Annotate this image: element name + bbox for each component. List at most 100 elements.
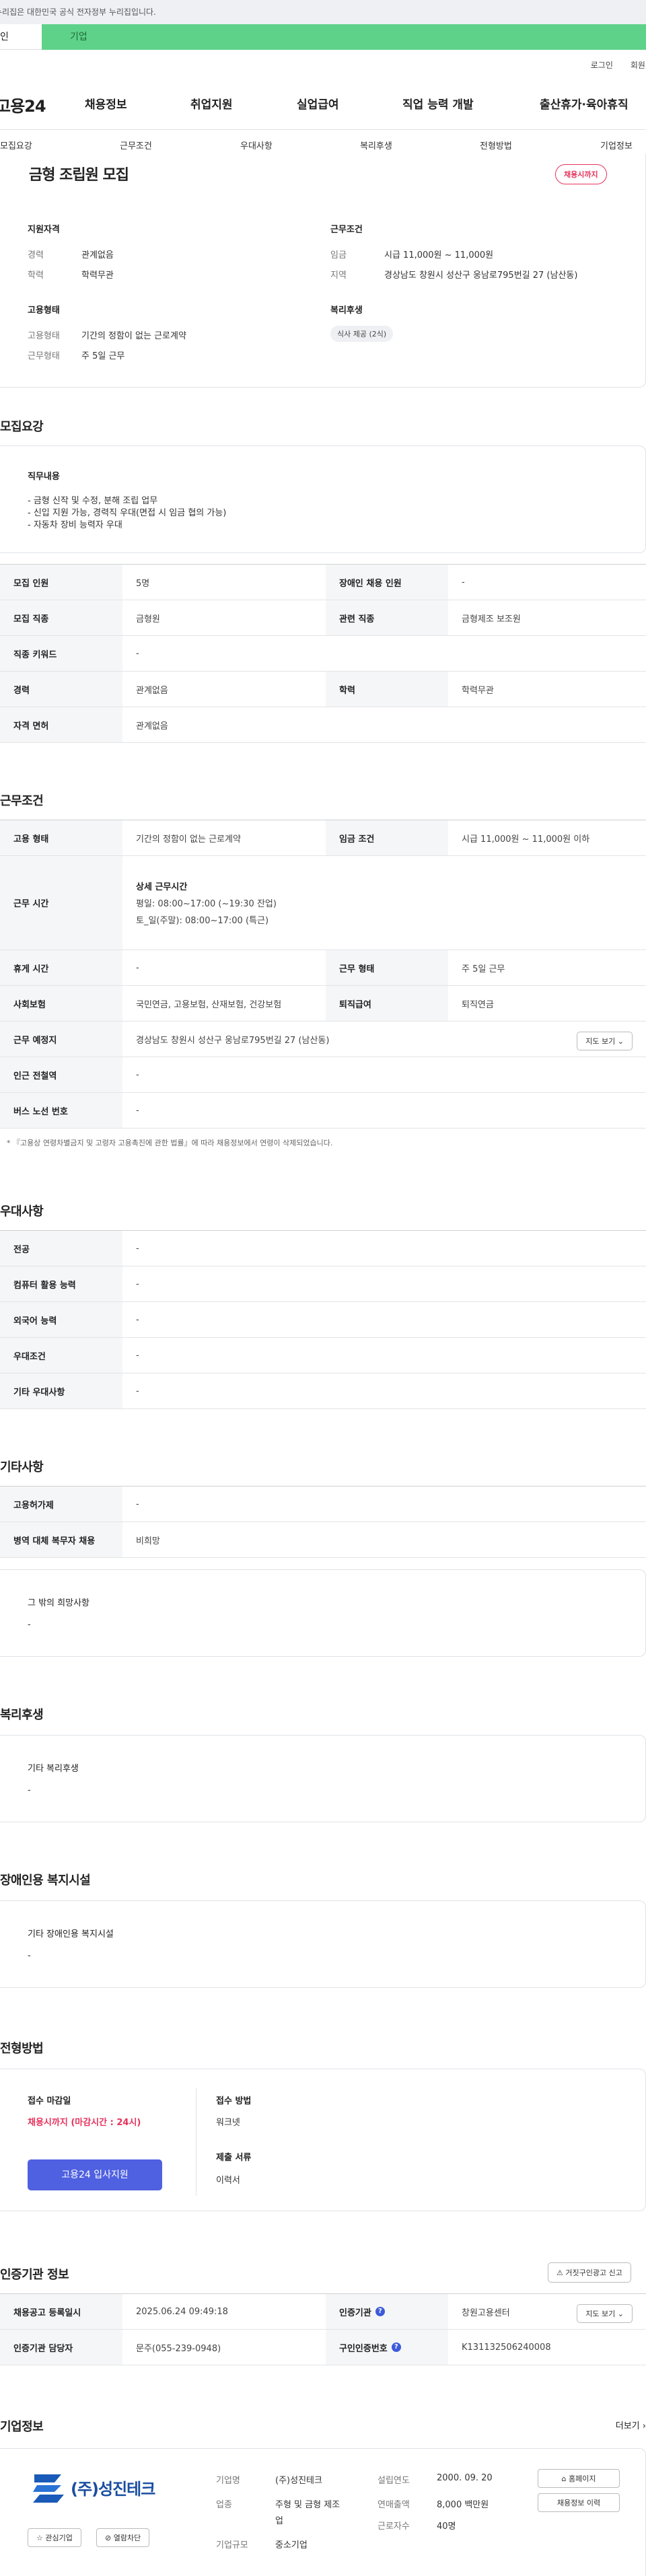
cert-map-button-label: 지도 보기 — [585, 2310, 616, 2318]
pref-section-title: 우대사항 — [0, 1205, 44, 1219]
more-link-label: 더보기 — [615, 2421, 640, 2431]
cert-section-title: 인증기관 정보 — [0, 2268, 69, 2282]
td: - — [136, 1243, 139, 1254]
apply-button[interactable]: 고용24 입사지원 — [28, 2159, 162, 2190]
th: 경력 — [0, 672, 122, 707]
career-value: 관계없음 — [81, 250, 114, 260]
th: 외국어 능력 — [0, 1302, 122, 1337]
td: 관계없음 — [136, 685, 168, 696]
table-row: 전공 - — [0, 1231, 646, 1266]
welfare-card: 기타 복리후생 - — [0, 1735, 646, 1822]
table-row: 병역 대체 복무자 채용 비희망 — [0, 1522, 646, 1558]
report-button-label: 거짓구인광고 신고 — [565, 2268, 622, 2277]
table-row: 경력 관계없음 학력 학력무관 — [0, 672, 646, 707]
td: 금형원 — [136, 614, 160, 624]
table-row: 모집 직종 금형원 관련 직종 금형제조 보조원 — [0, 600, 646, 636]
gnb-menu-support[interactable]: 취업지원 — [190, 95, 233, 112]
tab-company[interactable]: 기업정보 — [600, 139, 633, 151]
td: - — [462, 577, 465, 587]
tab-company[interactable]: 기업 — [42, 24, 646, 50]
company-logo-text: (주)성진테크 — [71, 2480, 155, 2499]
tab-welfare[interactable]: 복리후생 — [360, 139, 392, 151]
login-link[interactable]: 로그인 — [591, 59, 613, 71]
th: 고용허가제 — [0, 1487, 122, 1522]
tab-personal[interactable]: 인 — [0, 24, 42, 50]
utility-links: 로그인 회원가 — [591, 59, 646, 71]
gnb-menu-training[interactable]: 직업 능력 개발 — [402, 95, 474, 112]
docs-value: 이력서 — [216, 2176, 240, 2186]
docs-key: 제출 서류 — [216, 2153, 252, 2163]
recruit-table: 모집 인원 5명 장애인 채용 인원 - 모집 직종 금형원 관련 직종 금형제… — [0, 564, 646, 743]
site-logo[interactable]: 고용24 — [0, 93, 70, 116]
method-key: 접수 방법 — [216, 2096, 252, 2106]
homepage-button[interactable]: ⌂ 홈페이지 — [538, 2469, 620, 2488]
th: 기타 우대사항 — [0, 1373, 122, 1408]
info-icon[interactable]: ? — [375, 2307, 385, 2316]
gov-notice: 누리집은 대한민국 공식 전자정부 누리집입니다. — [0, 0, 646, 24]
company-card: (주)성진테크 ☆ 관심기업 ⊘ 열람차단 기업명 (주)성진테크 업종 주형 … — [0, 2448, 646, 2576]
signup-link[interactable]: 회원가 — [631, 59, 646, 71]
hours-line: 평일: 08:00~17:00 (~19:30 잔업) — [136, 899, 277, 909]
age-footnote: * 『고용상 연령차별금지 및 고령자 고용촉진에 관한 법률』에 따라 채용정… — [7, 1139, 333, 1147]
facility-value: - — [28, 1951, 31, 1961]
tab-process[interactable]: 전형방법 — [480, 139, 512, 151]
th: 근무 예정지 — [0, 1022, 122, 1057]
tab-recruit[interactable]: 모집요강 — [0, 139, 32, 151]
staff-key: 근로자수 — [378, 2521, 410, 2532]
duty-heading: 직무내용 — [28, 472, 60, 482]
table-row: 버스 노선 번호 - — [0, 1093, 646, 1129]
th: 인근 전철역 — [0, 1057, 122, 1092]
size-key: 기업규모 — [216, 2540, 248, 2550]
welfare-heading: 복리후생 — [330, 306, 363, 316]
etc-section-title: 기타사항 — [0, 1460, 44, 1474]
th: 휴게 시간 — [0, 950, 122, 985]
td: 금형제조 보조원 — [462, 614, 521, 624]
facility-card: 기타 장애인용 복지시설 - — [0, 1900, 646, 1988]
wage-key: 임금 — [330, 250, 347, 260]
jobs-history-button[interactable]: 채용정보 이력 — [538, 2493, 620, 2512]
industry-key: 업종 — [216, 2500, 232, 2510]
td: - — [136, 648, 139, 659]
more-link[interactable]: 더보기 › — [616, 2419, 646, 2431]
welfare-section-title: 복리후생 — [0, 1708, 44, 1722]
gov-notice-text: 누리집은 대한민국 공식 전자정부 누리집입니다. — [0, 7, 156, 17]
table-row: 인근 전철역 - — [0, 1057, 646, 1093]
method-value: 워크넷 — [216, 2118, 240, 2128]
deadline-value: 채용시까지 (마감시간 : 24시) — [28, 2118, 141, 2128]
table-row: 외국어 능력 - — [0, 1302, 646, 1338]
edu-value: 학력무관 — [81, 271, 114, 281]
founded-key: 설립연도 — [378, 2476, 410, 2486]
td: 학력무관 — [462, 685, 494, 696]
tab-work[interactable]: 근무조건 — [120, 139, 152, 151]
edu-key: 학력 — [28, 271, 44, 281]
gnb-menu-leave[interactable]: 출산휴가·육아휴직 — [540, 95, 629, 112]
work-table: 고용 형태 기간의 정함이 없는 근로계약 임금 조건 시급 11,000원 ~… — [0, 820, 646, 1129]
emptype-key: 고용형태 — [28, 331, 60, 341]
th: 장애인 채용 인원 — [326, 565, 448, 600]
table-row: 사회보험 국민연금, 고용보험, 산재보험, 건강보험 퇴직급여 퇴직연금 — [0, 986, 646, 1022]
sales-key: 연매출액 — [378, 2500, 410, 2510]
report-button[interactable]: ⚠ 거짓구인광고 신고 — [548, 2262, 631, 2283]
map-button[interactable]: 지도 보기 ⌄ — [577, 1032, 633, 1050]
fav-button[interactable]: ☆ 관심기업 — [28, 2528, 81, 2547]
th: 병역 대체 복무자 채용 — [0, 1522, 122, 1557]
info-icon[interactable]: ? — [391, 2342, 401, 2352]
company-logo: (주)성진테크 — [28, 2469, 162, 2507]
etc-table: 고용허가제 - 병역 대체 복무자 채용 비희망 — [0, 1486, 646, 1558]
gnb-menu-benefit[interactable]: 실업급여 — [297, 95, 339, 112]
th: 구인인증번호? — [326, 2330, 448, 2365]
th: 인증기관? — [326, 2294, 448, 2329]
block-button[interactable]: ⊘ 열람차단 — [96, 2528, 150, 2547]
gnb-menu-jobs[interactable]: 채용정보 — [85, 95, 127, 112]
tab-pref[interactable]: 우대사항 — [240, 139, 273, 151]
th: 사회보험 — [0, 986, 122, 1021]
facility-heading: 기타 장애인용 복지시설 — [28, 1929, 114, 1939]
td: 2025.06.24 09:49:18 — [136, 2306, 228, 2317]
th: 직종 키워드 — [0, 636, 122, 671]
th: 인증기관 담당자 — [0, 2330, 122, 2365]
name-value: (주)성진테크 — [275, 2476, 322, 2486]
global-nav: 고용24 채용정보 취업지원 실업급여 직업 능력 개발 출산휴가·육아휴직 — [0, 91, 646, 118]
th: 고용 형태 — [0, 820, 122, 855]
cert-map-button[interactable]: 지도 보기 ⌄ — [577, 2304, 633, 2323]
td: K131132506240008 — [462, 2342, 551, 2353]
